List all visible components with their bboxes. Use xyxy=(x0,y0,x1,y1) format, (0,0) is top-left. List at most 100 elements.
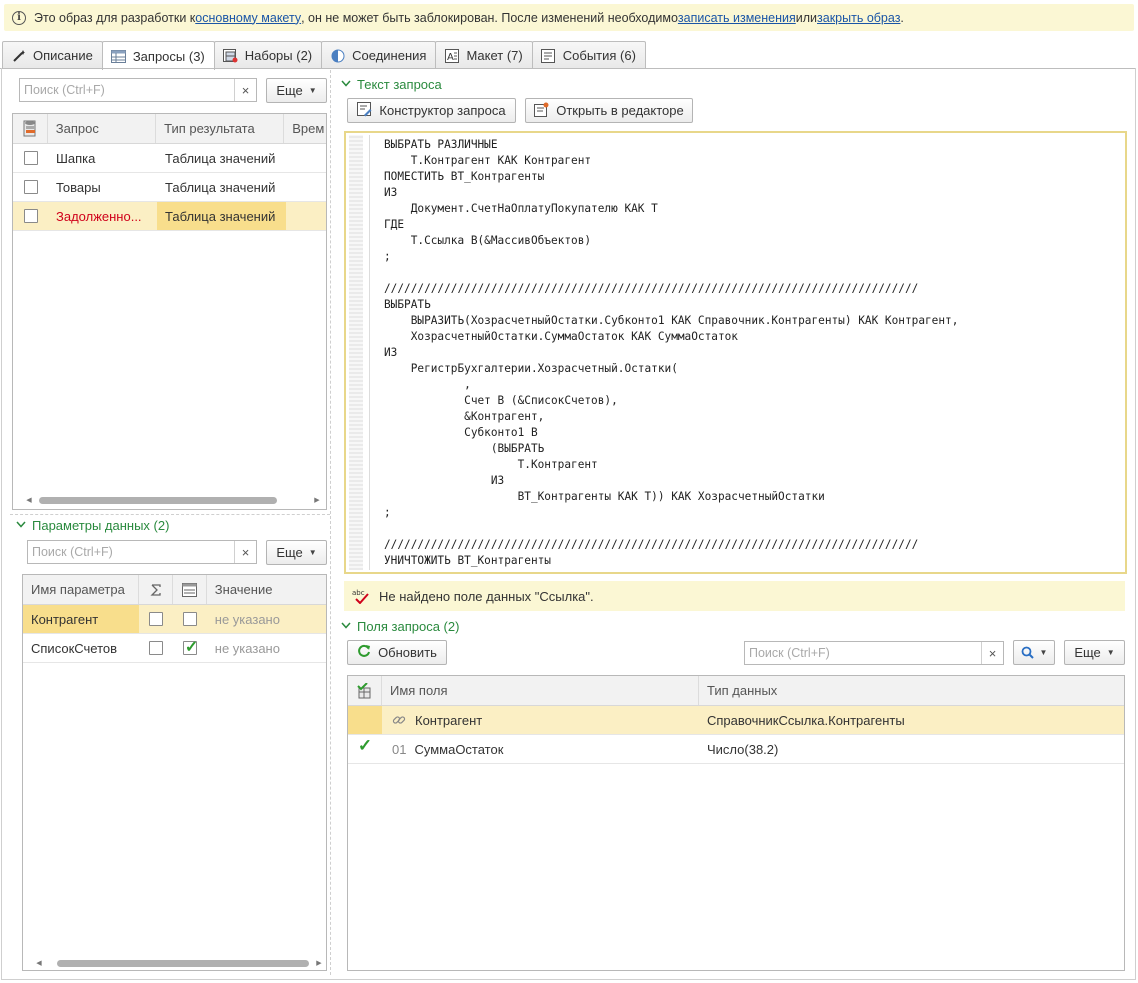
queries-more-button[interactable]: Еще ▼ xyxy=(266,78,327,103)
tab-label: События (6) xyxy=(562,48,636,63)
column-header-expression[interactable] xyxy=(139,575,174,604)
clear-search-button[interactable]: × xyxy=(234,541,256,563)
fields-table: Имя поля Тип данных Контрагент Справочни… xyxy=(347,675,1125,971)
params-horizontal-scrollbar[interactable]: ◀ ▶ xyxy=(33,956,325,970)
expression-checkbox[interactable] xyxy=(149,612,164,626)
constructor-icon xyxy=(357,101,372,120)
row-checkbox[interactable] xyxy=(23,209,38,223)
refresh-label: Обновить xyxy=(378,645,437,660)
query-db-icon xyxy=(23,120,36,136)
params-more-button[interactable]: Еще ▼ xyxy=(266,540,327,565)
close-image-link[interactable]: закрыть образ xyxy=(817,11,900,25)
query-column-icon xyxy=(13,114,48,143)
chevron-down-icon xyxy=(341,621,351,632)
fields-more-button[interactable]: Еще ▼ xyxy=(1064,640,1125,665)
more-label: Еще xyxy=(1074,645,1101,660)
fields-section-header[interactable]: Поля запроса (2) xyxy=(341,619,459,634)
scroll-right-icon[interactable]: ▶ xyxy=(311,496,323,504)
column-header-result-type[interactable]: Тип результата xyxy=(156,114,285,143)
queries-search-field[interactable]: × xyxy=(19,78,257,102)
expression-icon xyxy=(150,583,161,596)
list-checkbox[interactable] xyxy=(182,612,197,626)
field-name: Контрагент xyxy=(415,712,483,728)
query-result-type: Таблица значений xyxy=(157,202,286,230)
clear-search-button[interactable]: × xyxy=(981,642,1003,664)
query-constructor-button[interactable]: Конструктор запроса xyxy=(347,98,516,123)
editor-icon xyxy=(534,102,549,120)
params-table-header: Имя параметра Значение xyxy=(23,575,326,605)
params-search-field[interactable]: × xyxy=(27,540,257,564)
table-row[interactable]: Товары Таблица значений xyxy=(13,173,326,202)
column-header-use[interactable] xyxy=(348,676,382,705)
tab-events[interactable]: События (6) xyxy=(531,41,646,69)
table-row[interactable]: ✓ 01 СуммаОстаток Число(38.2) xyxy=(348,735,1124,764)
column-header-field-name[interactable]: Имя поля xyxy=(382,676,699,705)
scroll-thumb[interactable] xyxy=(57,959,309,967)
tab-label: Запросы (3) xyxy=(132,48,205,64)
queries-search-input[interactable] xyxy=(20,79,234,101)
field-name: СуммаОстаток xyxy=(414,741,504,757)
info-text-end: . xyxy=(900,10,904,25)
table-row-selected[interactable]: Контрагент не указано xyxy=(23,605,326,634)
scroll-thumb[interactable] xyxy=(39,496,277,504)
constructor-label: Конструктор запроса xyxy=(379,103,506,118)
fields-search-field[interactable]: × xyxy=(744,641,1004,665)
tab-sets[interactable]: Наборы (2) xyxy=(213,41,323,69)
field-use-cell[interactable]: ✓ xyxy=(348,735,382,763)
save-changes-link[interactable]: записать изменения xyxy=(678,11,796,25)
half-circle-icon xyxy=(330,49,346,63)
param-value[interactable]: не указано xyxy=(207,605,326,633)
search-options-button[interactable]: ▼ xyxy=(1013,640,1055,665)
row-checkbox[interactable] xyxy=(23,180,38,194)
table-row[interactable]: Шапка Таблица значений xyxy=(13,144,326,173)
param-name: СписокСчетов xyxy=(31,640,118,656)
params-search-input[interactable] xyxy=(28,541,234,563)
query-code-editor[interactable]: ВЫБРАТЬ РАЗЛИЧНЫЕ Т.Контрагент КАК Контр… xyxy=(344,131,1127,574)
query-code[interactable]: ВЫБРАТЬ РАЗЛИЧНЫЕ Т.Контрагент КАК Контр… xyxy=(384,137,958,569)
query-name: Шапка xyxy=(56,150,96,166)
panel-splitter[interactable] xyxy=(330,70,331,975)
table-row[interactable]: СписокСчетов ✓ не указано xyxy=(23,634,326,663)
scroll-left-icon[interactable]: ◀ xyxy=(33,959,45,967)
refresh-icon xyxy=(357,644,371,661)
queries-horizontal-scrollbar[interactable]: ◀ ▶ xyxy=(23,493,323,507)
chevron-down-icon xyxy=(16,520,26,531)
scroll-right-icon[interactable]: ▶ xyxy=(313,959,325,967)
info-icon: i xyxy=(12,10,26,25)
column-header-data-type[interactable]: Тип данных xyxy=(699,676,1124,705)
expression-checkbox[interactable] xyxy=(149,641,164,655)
column-header-list[interactable] xyxy=(173,575,207,604)
clear-search-button[interactable]: × xyxy=(234,79,256,101)
tab-layout[interactable]: A Макет (7) xyxy=(435,41,533,69)
scroll-left-icon[interactable]: ◀ xyxy=(23,496,35,504)
params-section-header[interactable]: Параметры данных (2) xyxy=(16,518,169,533)
caret-down-icon: ▼ xyxy=(1106,648,1115,657)
param-value[interactable]: не указано xyxy=(207,634,326,662)
field-use-cell[interactable] xyxy=(348,706,382,734)
column-header-param-name[interactable]: Имя параметра xyxy=(23,575,140,604)
column-header-time[interactable]: Врем xyxy=(284,114,326,143)
refresh-button[interactable]: Обновить xyxy=(347,640,447,665)
column-header-query[interactable]: Запрос xyxy=(48,114,157,143)
table-row-selected[interactable]: Контрагент СправочникСсылка.Контрагенты xyxy=(348,706,1124,735)
tab-label: Наборы (2) xyxy=(244,48,313,63)
main-layout-link[interactable]: основному макету xyxy=(195,11,301,25)
param-name: Контрагент xyxy=(23,605,140,633)
fields-table-header: Имя поля Тип данных xyxy=(348,676,1124,706)
open-in-editor-button[interactable]: Открыть в редакторе xyxy=(525,98,693,123)
row-checkbox[interactable] xyxy=(23,151,38,165)
table-row-selected[interactable]: Задолженно... Таблица значений xyxy=(13,202,326,231)
query-result-type: Таблица значений xyxy=(165,179,276,195)
fields-search-input[interactable] xyxy=(745,642,981,664)
caret-down-icon: ▼ xyxy=(1039,648,1048,657)
left-panel-splitter[interactable] xyxy=(10,514,330,515)
more-label: Еще xyxy=(276,83,303,98)
tab-description[interactable]: Описание xyxy=(2,41,103,69)
list-checkbox-checked[interactable]: ✓ xyxy=(182,639,198,656)
query-text-section-header[interactable]: Текст запроса xyxy=(341,77,442,92)
table-icon xyxy=(111,49,127,63)
tab-connections[interactable]: Соединения xyxy=(321,41,437,69)
column-header-value[interactable]: Значение xyxy=(207,575,326,604)
tab-queries[interactable]: Запросы (3) xyxy=(101,41,215,70)
query-error-message: abc Не найдено поле данных "Ссылка". xyxy=(344,581,1125,611)
